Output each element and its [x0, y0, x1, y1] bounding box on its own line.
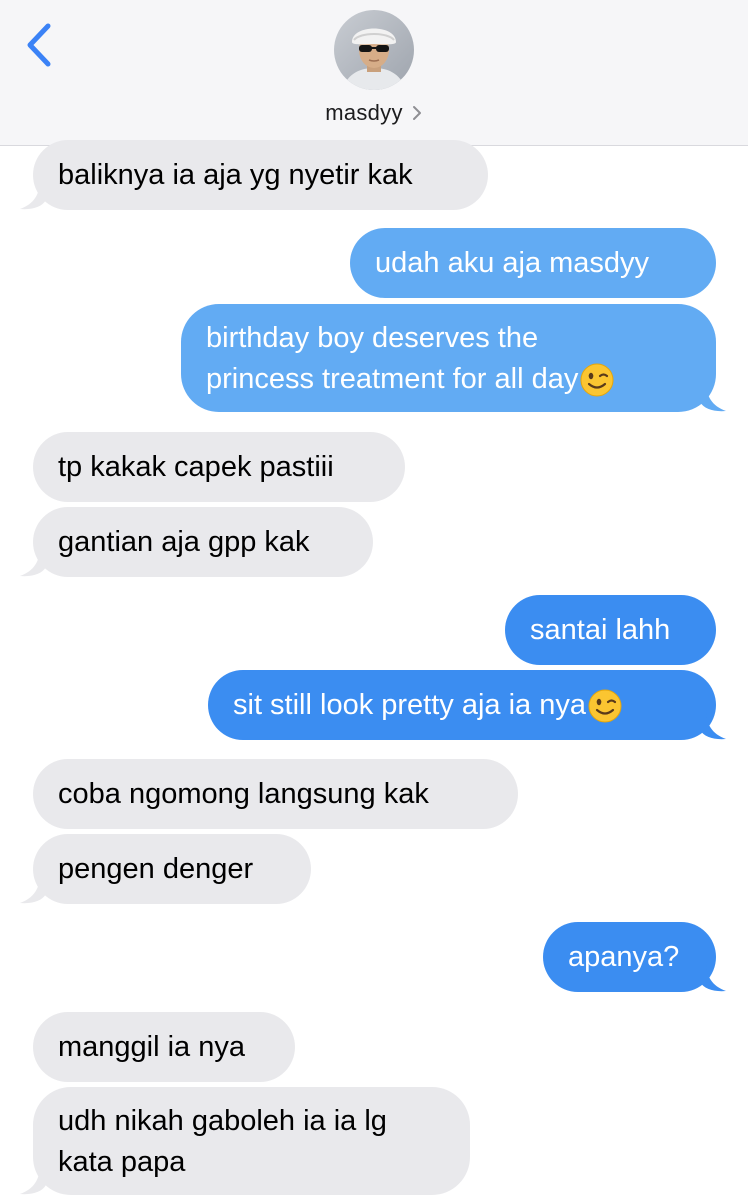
winking-face-emoji: [580, 363, 614, 397]
message-text: santai lahh: [530, 613, 671, 646]
incoming-message-bubble[interactable]: tp kakak capek pastiii: [33, 432, 405, 502]
avatar[interactable]: [334, 10, 414, 90]
message-text: sit still look pretty aja ia nya: [233, 685, 622, 726]
avatar-photo: [334, 10, 414, 90]
bubble-tail: [20, 874, 46, 904]
outgoing-message-bubble[interactable]: udah aku aja masdyy: [350, 228, 716, 298]
bubble-tail: [700, 962, 726, 992]
incoming-message-bubble[interactable]: baliknya ia aja yg nyetir kak: [33, 140, 488, 210]
outgoing-message-bubble[interactable]: santai lahh: [505, 595, 716, 665]
bubble-tail: [700, 382, 726, 412]
message-text: manggil ia nya: [58, 1030, 245, 1063]
message-text: udah aku aja masdyy: [375, 246, 650, 279]
message-text: udh nikah gaboleh ia ia lg kata papa: [58, 1105, 387, 1178]
message-text-body: birthday boy deserves the princess treat…: [206, 322, 579, 395]
winking-face-emoji: [588, 689, 622, 723]
bubble-tail: [20, 547, 46, 577]
outgoing-message-bubble[interactable]: birthday boy deserves the princess treat…: [181, 304, 716, 412]
incoming-message-bubble[interactable]: udh nikah gaboleh ia ia lg kata papa: [33, 1087, 470, 1195]
incoming-message-bubble[interactable]: manggil ia nya: [33, 1012, 295, 1082]
message-text: birthday boy deserves the princess treat…: [206, 318, 614, 400]
bubble-tail: [20, 1165, 46, 1195]
incoming-message-bubble[interactable]: gantian aja gpp kak: [33, 507, 373, 577]
message-text-body: sit still look pretty aja ia nya: [233, 688, 586, 721]
conversation-header: masdyy: [0, 0, 748, 146]
incoming-message-bubble[interactable]: pengen denger: [33, 834, 311, 904]
message-thread[interactable]: baliknya ia aja yg nyetir kak udah aku a…: [0, 140, 748, 1200]
back-button[interactable]: [14, 12, 64, 78]
contact-details-button[interactable]: masdyy: [0, 96, 748, 130]
outgoing-message-bubble[interactable]: apanya?: [543, 922, 716, 992]
message-text: gantian aja gpp kak: [58, 525, 310, 558]
incoming-message-bubble[interactable]: coba ngomong langsung kak: [33, 759, 518, 829]
outgoing-message-bubble[interactable]: sit still look pretty aja ia nya: [208, 670, 716, 740]
bubble-tail: [20, 180, 46, 210]
contact-name: masdyy: [325, 100, 403, 125]
message-text: apanya?: [568, 940, 680, 973]
message-text: pengen denger: [58, 852, 254, 885]
chevron-right-icon: [412, 106, 421, 120]
message-text: tp kakak capek pastiii: [58, 450, 334, 483]
message-text: coba ngomong langsung kak: [58, 777, 429, 810]
chevron-left-icon: [27, 23, 51, 67]
message-text: baliknya ia aja yg nyetir kak: [58, 158, 413, 191]
bubble-tail: [700, 710, 726, 740]
